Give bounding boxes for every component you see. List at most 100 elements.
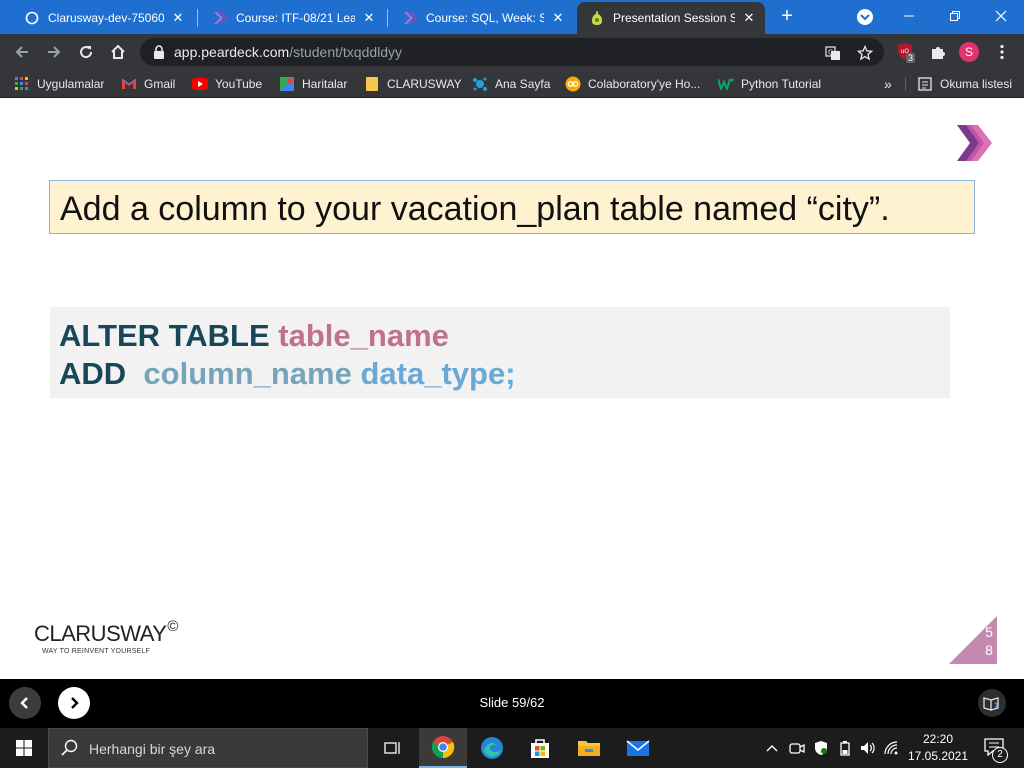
reading-list-button[interactable]: Okuma listesi — [917, 75, 1012, 93]
translate-icon[interactable]: G — [824, 44, 842, 62]
address-bar[interactable]: app.peardeck.com/student/txqddldyy G — [140, 38, 884, 66]
volume-icon[interactable] — [860, 740, 876, 756]
brand-name: CLARUSWAY© — [34, 618, 178, 647]
page-digit: 8 — [985, 642, 993, 658]
close-icon[interactable]: ✕ — [170, 10, 186, 26]
page-digit: 5 — [985, 624, 993, 640]
tab-search-button[interactable] — [857, 9, 873, 25]
star-icon[interactable] — [856, 44, 874, 62]
taskbar-search-input[interactable]: Herhangi bir şey ara — [48, 728, 368, 768]
reload-button[interactable] — [74, 40, 98, 64]
taskbar-app-mail[interactable] — [614, 728, 662, 768]
close-icon[interactable]: ✕ — [550, 10, 566, 26]
windows-taskbar: Herhangi bir şey ara 22:20 17.05.2021 2 — [0, 728, 1024, 768]
arrow-left-icon — [15, 46, 28, 58]
table-name-placeholder: table_name — [278, 318, 449, 353]
taskbar-app-store[interactable] — [516, 728, 564, 768]
taskbar-clock[interactable]: 22:20 17.05.2021 — [902, 731, 974, 765]
gmail-icon — [121, 76, 137, 92]
bookmark-ana-sayfa[interactable]: Ana Sayfa — [472, 75, 550, 93]
battery-icon[interactable] — [837, 740, 853, 756]
tab-separator — [197, 9, 198, 27]
windows-logo-icon — [16, 740, 32, 756]
start-button[interactable] — [0, 728, 48, 768]
task-view-button[interactable] — [369, 728, 417, 768]
arrow-right-icon — [48, 46, 61, 58]
bookmark-label: CLARUSWAY — [387, 77, 462, 91]
kebab-menu-icon — [1000, 44, 1004, 60]
wifi-icon[interactable] — [884, 740, 900, 756]
chrome-icon — [431, 736, 455, 759]
sql-code-block: ALTER TABLE table_name ADD column_name d… — [50, 307, 950, 398]
close-icon[interactable]: ✕ — [741, 10, 757, 26]
taskbar-app-file-explorer[interactable] — [565, 728, 613, 768]
bookmarks-overflow-button[interactable]: » — [884, 75, 892, 93]
mail-icon — [626, 740, 650, 756]
close-icon[interactable]: ✕ — [361, 10, 377, 26]
clock-date: 17.05.2021 — [907, 749, 969, 763]
search-placeholder: Herhangi bir şey ara — [89, 741, 216, 757]
bookmark-folder-clarusway[interactable]: CLARUSWAY — [364, 75, 462, 93]
new-tab-button[interactable]: + — [776, 6, 798, 28]
folder-icon — [578, 741, 600, 756]
home-icon — [111, 44, 125, 59]
browser-menu-button[interactable] — [992, 42, 1012, 62]
slide-page: Add a column to your vacation_plan table… — [0, 99, 1024, 679]
extensions-puzzle-icon[interactable] — [928, 42, 948, 62]
tab-course-itf[interactable]: Course: ITF-08/21 Learn ✕ — [200, 4, 385, 32]
extension-badge: 3 — [906, 53, 916, 63]
tab-clarusway-dev[interactable]: Clarusway-dev-750608 ✕ — [12, 4, 194, 32]
bookmark-label: Ana Sayfa — [495, 77, 551, 91]
tab-separator — [387, 9, 388, 27]
ublock-extension-icon[interactable]: uO 3 — [896, 42, 916, 63]
bookmark-gmail[interactable]: Gmail — [121, 75, 175, 93]
tab-title: Course: SQL, Week: Sub — [426, 11, 544, 25]
copyright-mark: © — [167, 618, 178, 635]
bookmark-label: Python Tutorial — [741, 77, 822, 91]
profile-avatar[interactable]: S — [959, 42, 979, 62]
back-button[interactable] — [10, 40, 34, 64]
action-center-button[interactable]: 2 — [984, 738, 1008, 763]
lock-icon — [153, 45, 165, 64]
url-path: /student/txqddldyy — [289, 44, 403, 60]
brand-name-text: CLARUSWAY — [34, 621, 167, 646]
restore-button[interactable] — [932, 0, 978, 32]
circle-icon — [24, 10, 40, 26]
reading-list-icon — [917, 76, 933, 92]
notification-count-badge: 2 — [992, 747, 1008, 763]
tab-presentation-session[interactable]: Presentation Session Stu ✕ — [577, 2, 765, 34]
pear-deck-chevron-icon — [957, 125, 992, 161]
task-view-icon — [384, 742, 400, 754]
browser-tab-strip: Clarusway-dev-750608 ✕ Course: ITF-08/21… — [0, 0, 1024, 34]
splash-icon — [472, 76, 488, 92]
clarusway-chevron-icon — [402, 10, 418, 26]
slide-counter: Slide 59/62 — [479, 695, 545, 710]
edge-icon — [481, 737, 503, 759]
bookmark-colaboratory[interactable]: Colaboratory'ye Ho... — [565, 75, 700, 93]
question-text: Add a column to your vacation_plan table… — [60, 190, 890, 228]
tab-course-sql[interactable]: Course: SQL, Week: Sub ✕ — [390, 4, 574, 32]
url-text: app.peardeck.com/student/txqddldyy — [174, 44, 402, 60]
code-line-2: ADD column_name data_type; — [59, 356, 516, 392]
data-type-placeholder: data_type; — [360, 356, 516, 391]
bookmark-youtube[interactable]: YouTube — [192, 75, 262, 93]
close-icon — [995, 10, 1007, 22]
show-hidden-icons-button[interactable] — [764, 740, 780, 756]
forward-button[interactable] — [42, 40, 66, 64]
bookmark-apps[interactable]: Uygulamalar — [14, 75, 104, 93]
bookmark-maps[interactable]: Haritalar — [279, 75, 347, 93]
taskbar-app-edge[interactable] — [468, 728, 516, 768]
slide-page-number: 5 8 — [983, 623, 995, 659]
colab-icon — [565, 76, 581, 92]
taskbar-app-chrome[interactable] — [419, 728, 467, 768]
meet-now-icon[interactable] — [789, 740, 805, 756]
minimize-button[interactable] — [886, 0, 932, 32]
close-window-button[interactable] — [978, 0, 1024, 32]
divider — [905, 77, 906, 91]
home-button[interactable] — [106, 40, 130, 64]
security-shield-icon[interactable] — [813, 740, 829, 756]
store-icon — [531, 739, 549, 758]
clock-time: 22:20 — [922, 732, 954, 746]
bookmark-python-tutorial[interactable]: Python Tutorial — [718, 75, 821, 93]
immersive-reader-button[interactable] — [978, 689, 1006, 717]
